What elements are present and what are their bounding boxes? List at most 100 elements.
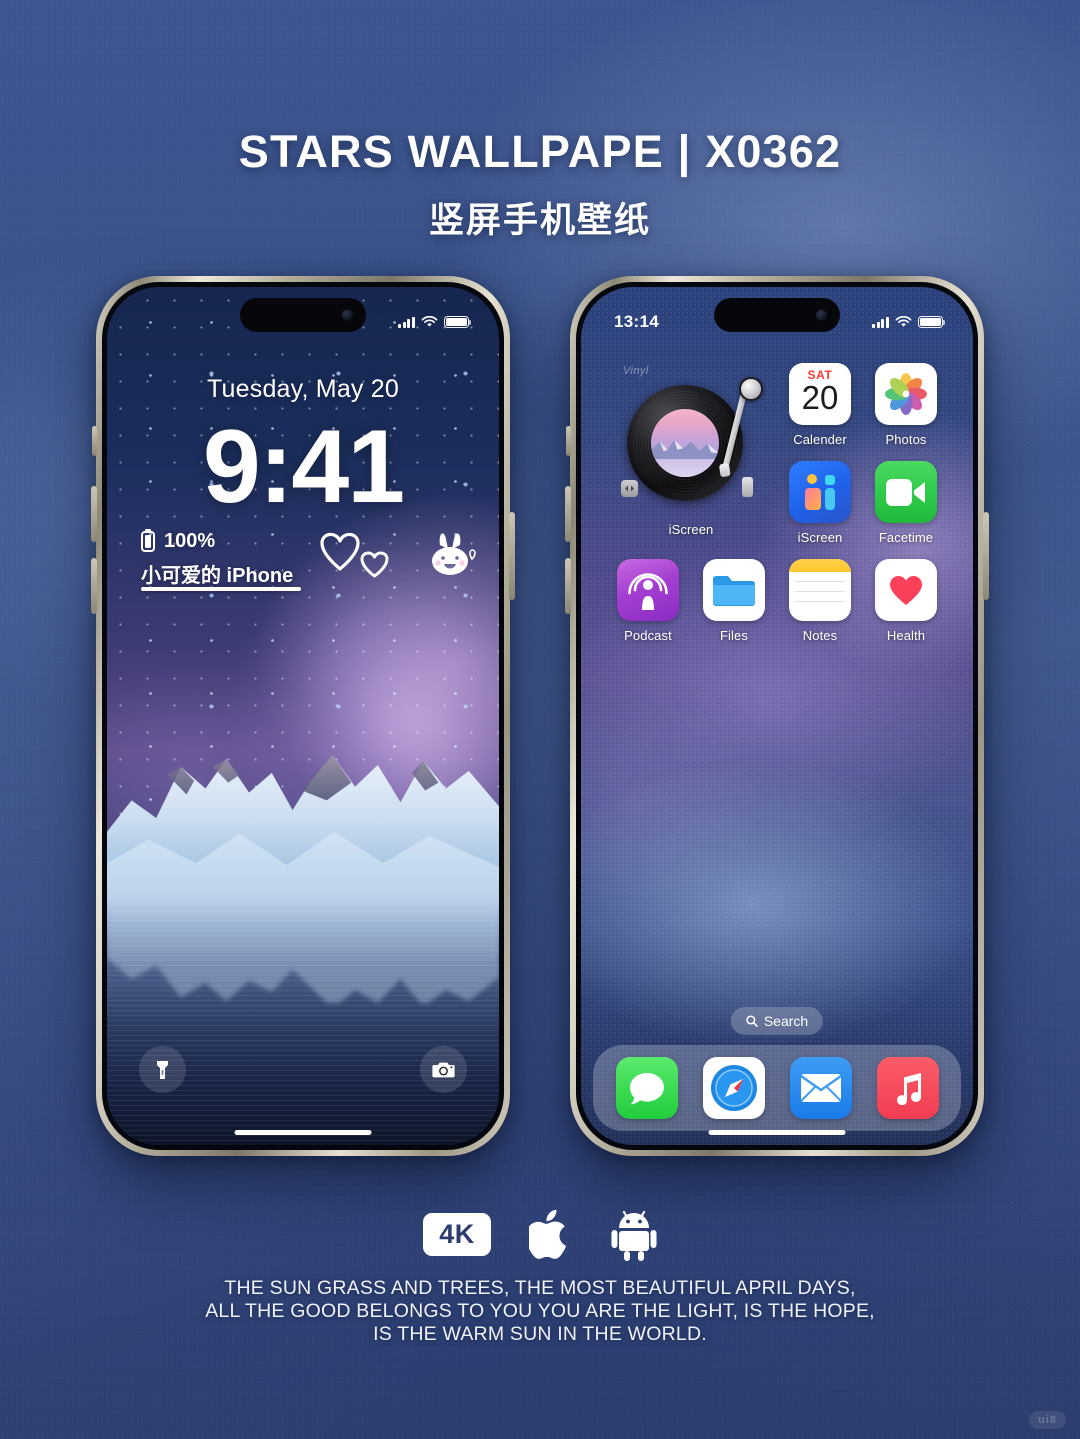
widget-label: iScreen <box>668 522 714 537</box>
shuffle-icon <box>625 485 634 492</box>
android-robot-icon <box>611 1210 657 1261</box>
vinyl-widget-cell[interactable]: Vinyl iScreen <box>605 363 777 545</box>
home-indicator[interactable] <box>234 1130 372 1135</box>
phone-bezel: Tuesday, May 20 9:41 100% 小可爱的 iPhone <box>102 282 504 1150</box>
lock-stickers <box>312 525 499 585</box>
lock-screen[interactable]: Tuesday, May 20 9:41 100% 小可爱的 iPhone <box>107 287 499 1145</box>
album-water <box>651 459 719 477</box>
app-label: Health <box>886 628 926 643</box>
cellular-bars-icon <box>398 316 415 328</box>
footer-line-3: IS THE WARM SUN IN THE WORLD. <box>373 1323 707 1345</box>
app-label: Files <box>720 628 748 643</box>
water-shimmer <box>107 899 499 1145</box>
phone-mockup-lock-screen: Tuesday, May 20 9:41 100% 小可爱的 iPhone <box>91 276 515 1156</box>
power-button[interactable] <box>509 512 515 600</box>
silent-switch[interactable] <box>92 426 97 456</box>
apple-logo-icon <box>528 1209 566 1259</box>
calendar-day: 20 <box>801 379 839 416</box>
health-icon <box>875 559 937 621</box>
power-button[interactable] <box>983 512 989 600</box>
phone-bezel: 13:14 Vinyl iScreen SAT 20 Calender Phot… <box>576 282 978 1150</box>
notes-line <box>795 581 845 582</box>
notes-line <box>795 601 845 602</box>
home-screen[interactable]: 13:14 Vinyl iScreen SAT 20 Calender Phot… <box>581 287 973 1145</box>
app-label: Calender <box>793 432 847 447</box>
volume-down-button[interactable] <box>91 558 97 614</box>
lock-date: Tuesday, May 20 <box>207 375 399 403</box>
vinyl-record <box>627 385 743 501</box>
volume-up-button[interactable] <box>565 486 571 542</box>
dynamic-island <box>714 298 840 332</box>
wifi-icon <box>895 316 912 327</box>
vinyl-prev-button[interactable] <box>621 480 638 497</box>
volume-down-button[interactable] <box>565 558 571 614</box>
phone-mockup-home-screen: 13:14 Vinyl iScreen SAT 20 Calender Phot… <box>565 276 989 1156</box>
notes-header-strip <box>789 559 851 572</box>
mail-icon[interactable] <box>789 1057 852 1119</box>
app-podcast[interactable]: Podcast <box>605 559 691 643</box>
app-facetime[interactable]: Facetime <box>863 461 949 545</box>
lock-clock: 9:41 <box>202 409 405 525</box>
messages-icon[interactable] <box>615 1057 678 1119</box>
page-title: STARS WALLPAPE | X0362 <box>238 126 842 177</box>
battery-full-icon <box>918 316 946 328</box>
watermark-badge: ui8 <box>1029 1411 1066 1429</box>
notes-icon <box>789 559 851 621</box>
app-files[interactable]: Files <box>691 559 777 643</box>
app-label: Podcast <box>624 628 672 643</box>
notes-line <box>795 591 845 592</box>
vinyl-volume-slider[interactable] <box>742 477 753 497</box>
battery-upright-icon <box>141 531 155 552</box>
app-health[interactable]: Health <box>863 559 949 643</box>
platform-badges: 4K <box>0 1208 1080 1261</box>
app-label: Notes <box>802 628 838 643</box>
device-name-label: 小可爱的 iPhone <box>141 565 294 587</box>
camera-button[interactable] <box>420 1046 467 1093</box>
app-label: iScreen <box>797 530 843 545</box>
app-calender[interactable]: SAT 20 Calender <box>777 363 863 447</box>
calendar-icon: SAT 20 <box>789 363 851 425</box>
photos-icon <box>875 363 937 425</box>
dock <box>593 1045 961 1131</box>
tonearm-pivot <box>739 377 763 401</box>
header: STARS WALLPAPE | X0362 竖屏手机壁纸 <box>0 126 1080 243</box>
status-time: 13:14 <box>614 312 659 331</box>
facetime-icon <box>875 461 937 523</box>
flashlight-icon <box>157 1060 168 1079</box>
safari-icon[interactable] <box>702 1057 765 1119</box>
heart-outline-large <box>320 532 360 571</box>
search-icon <box>746 1015 758 1027</box>
files-icon <box>703 559 765 621</box>
volume-up-button[interactable] <box>91 486 97 542</box>
podcast-icon <box>617 559 679 621</box>
search-button[interactable]: Search <box>730 1007 824 1035</box>
flashlight-button[interactable] <box>139 1046 186 1093</box>
iscreen-icon <box>789 461 851 523</box>
silent-switch[interactable] <box>566 426 571 456</box>
vinyl-record-widget[interactable]: Vinyl <box>615 363 767 515</box>
album-mountains <box>651 436 719 460</box>
widget-corner-label: Vinyl <box>623 365 649 377</box>
search-label: Search <box>763 1013 809 1029</box>
camera-icon <box>432 1062 455 1078</box>
bunny-sticker <box>432 533 476 575</box>
app-notes[interactable]: Notes <box>777 559 863 643</box>
home-indicator[interactable] <box>708 1130 846 1135</box>
charging-progress-bar <box>141 587 301 591</box>
battery-full-icon <box>444 316 472 328</box>
battery-percent-label: 100% <box>164 530 216 552</box>
app-label: Photos <box>885 432 927 447</box>
app-grid: Vinyl iScreen SAT 20 Calender Photos iSc… <box>605 363 949 643</box>
music-icon[interactable] <box>876 1057 939 1119</box>
app-photos[interactable]: Photos <box>863 363 949 447</box>
app-label: Facetime <box>878 530 934 545</box>
wifi-icon <box>421 316 438 327</box>
footer-line-1: THE SUN GRASS AND TREES, THE MOST BEAUTI… <box>224 1277 856 1299</box>
app-iscreen[interactable]: iScreen <box>777 461 863 545</box>
water-reflection <box>107 899 499 1145</box>
footer-quote: THE SUN GRASS AND TREES, THE MOST BEAUTI… <box>0 1277 1080 1346</box>
album-art <box>651 409 719 477</box>
heart-outline-small <box>360 551 389 578</box>
mountain-range <box>107 716 499 922</box>
page-subtitle: 竖屏手机壁纸 <box>428 201 651 240</box>
